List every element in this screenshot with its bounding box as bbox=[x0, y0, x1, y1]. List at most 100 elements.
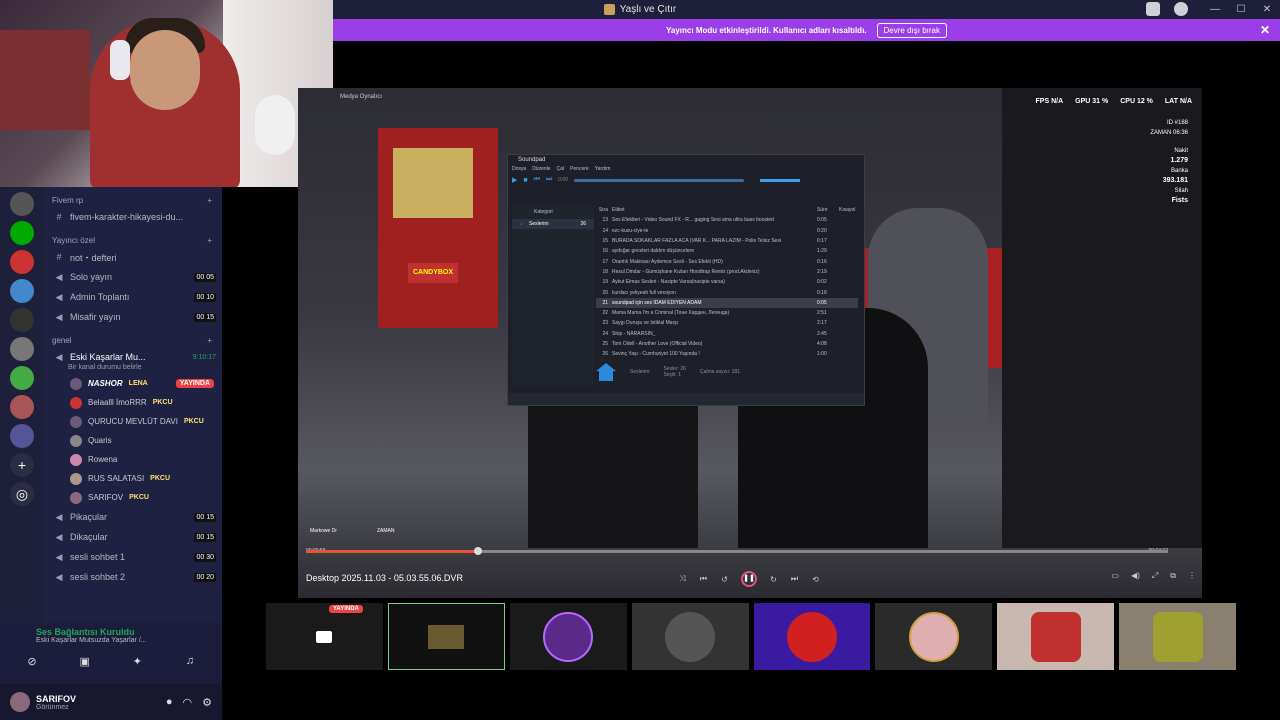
close-icon[interactable]: ✕ bbox=[1260, 23, 1270, 37]
discover-icon[interactable]: ◎ bbox=[10, 482, 34, 506]
skip-forward-icon[interactable]: ⏭ bbox=[790, 574, 799, 584]
list-item[interactable]: 15 BURADA SOKAKLAR FAZLA ACA (VAR K... PA… bbox=[596, 236, 858, 246]
maximize-icon[interactable]: ☐ bbox=[1228, 0, 1254, 19]
voice-status-title[interactable]: Ses Bağlantısı Kuruldu bbox=[10, 625, 210, 637]
stop-icon[interactable]: ■ bbox=[523, 177, 527, 184]
add-server-icon[interactable]: + bbox=[10, 453, 34, 477]
channel-pikacular[interactable]: ◀ Pikaçular 00 15 bbox=[44, 507, 222, 527]
channel-admin-toplanti[interactable]: ◀ Admin Toplantı 00 10 bbox=[44, 287, 222, 307]
channel-fivem-karakter[interactable]: # fivem-karakter-hikayesi-du... bbox=[44, 207, 222, 227]
list-item[interactable]: 16 aydoğar geceleri daldım düşüncelere 1:2… bbox=[596, 246, 858, 256]
participant-tile[interactable] bbox=[875, 603, 993, 670]
volume-icon[interactable]: ◀) bbox=[1131, 571, 1140, 581]
participant-tile[interactable] bbox=[509, 603, 627, 670]
minimize-icon[interactable]: — bbox=[1202, 0, 1228, 19]
shuffle-icon[interactable]: ⤨ bbox=[678, 574, 687, 584]
channel-sesli-sohbet-2[interactable]: ◀ sesli sohbet 2 00 20 bbox=[44, 567, 222, 587]
menu-item[interactable]: Çal bbox=[557, 165, 565, 174]
plus-icon[interactable]: + bbox=[207, 196, 212, 205]
participant-tile[interactable] bbox=[631, 603, 749, 670]
server-icon[interactable] bbox=[10, 424, 34, 448]
avatar bbox=[70, 453, 82, 466]
popout-icon[interactable]: ⧉ bbox=[1170, 571, 1176, 581]
plus-icon[interactable]: + bbox=[207, 336, 212, 345]
channel-sesli-sohbet-1[interactable]: ◀ sesli sohbet 1 00 30 bbox=[44, 547, 222, 567]
seek-handle[interactable] bbox=[474, 547, 483, 555]
list-item[interactable]: 19 Aykut Elmas Sesleri - Nasipte Varsa(na… bbox=[596, 277, 858, 287]
channel-status[interactable]: Bir kanal durumu belirle bbox=[44, 364, 222, 374]
voice-user[interactable]: Belaalll İmoRRR PKCU bbox=[44, 393, 222, 412]
menu-item[interactable]: Yardım bbox=[595, 165, 611, 174]
play-icon[interactable]: ▶ bbox=[512, 176, 517, 184]
channel-dikacular[interactable]: ◀ Dikaçular 00 15 bbox=[44, 527, 222, 547]
gear-icon[interactable]: ⚙ bbox=[202, 696, 212, 709]
list-item[interactable]: 24 Stop - NARARSIN_ 2:45 bbox=[596, 329, 858, 339]
channel-solo-yayin[interactable]: ◀ Solo yayın 00 05 bbox=[44, 267, 222, 287]
server-icon[interactable] bbox=[10, 308, 34, 332]
list-item[interactable]: 23 Saygı Duruşu ve İstiklal Marşı 2:17 bbox=[596, 318, 858, 328]
voice-user[interactable]: Rowena bbox=[44, 450, 222, 469]
prev-icon[interactable]: ⏮ bbox=[534, 176, 540, 184]
menu-item[interactable]: Pencere bbox=[570, 165, 589, 174]
forward-icon[interactable]: ↻ bbox=[769, 575, 778, 584]
participant-tile[interactable]: YAYINDA bbox=[266, 603, 383, 670]
server-icon[interactable] bbox=[10, 337, 34, 361]
more-icon[interactable]: ⋮ bbox=[1188, 571, 1196, 581]
captions-icon[interactable]: ▭ bbox=[1111, 571, 1119, 581]
participant-tile[interactable] bbox=[753, 603, 871, 670]
menu-item[interactable]: Düzenle bbox=[532, 165, 550, 174]
list-item[interactable]: 18 Resul Dindar - Gümüşhane Kızları Hoodt… bbox=[596, 267, 858, 277]
disable-streamer-mode-button[interactable]: Devre dışı bırak bbox=[876, 22, 947, 38]
category-yayinci-ozel[interactable]: Yayıncı özel + bbox=[44, 234, 222, 247]
help-icon[interactable] bbox=[1174, 2, 1188, 16]
list-item[interactable]: 25 Tom Odell - Another Love (Official Vid… bbox=[596, 339, 858, 349]
channel-not-defteri[interactable]: # not・defteri bbox=[44, 247, 222, 267]
list-item[interactable]: 13 Ses Efektleri - Video Sound FX - R... … bbox=[596, 215, 858, 225]
activities-icon[interactable]: ✦ bbox=[117, 655, 157, 671]
list-item[interactable]: 14 ezc-kuzu-ciye-te 0:20 bbox=[596, 226, 858, 236]
server-icon[interactable] bbox=[10, 250, 34, 274]
server-icon[interactable] bbox=[10, 279, 34, 303]
speaker-icon: ◀ bbox=[55, 511, 63, 522]
screen-share-icon[interactable]: ▣ bbox=[65, 655, 105, 671]
plus-icon[interactable]: + bbox=[207, 236, 212, 245]
list-item-selected[interactable]: 21 soundpad için ses İDAM EDİYEN ADAM 0:05 bbox=[596, 297, 858, 308]
channel-misafir-yayin[interactable]: ◀ Misafir yayın 00 15 bbox=[44, 307, 222, 327]
server-icon[interactable] bbox=[10, 192, 34, 216]
soundpad-seek-bar[interactable] bbox=[573, 178, 744, 182]
skip-back-icon[interactable]: ⏮ bbox=[699, 574, 708, 584]
repeat-icon[interactable]: ⟲ bbox=[811, 575, 820, 584]
pause-icon[interactable]: ❚❚ bbox=[741, 571, 757, 587]
voice-user[interactable]: RUS SALATASI PKCU bbox=[44, 469, 222, 488]
camera-off-icon[interactable]: ⊘ bbox=[12, 655, 52, 671]
microphone-icon[interactable]: ● bbox=[166, 696, 173, 709]
voice-user[interactable]: Quaris bbox=[44, 431, 222, 450]
seek-bar[interactable] bbox=[306, 547, 1168, 555]
participant-tile[interactable] bbox=[387, 603, 505, 670]
list-item[interactable]: 20 kurdacı yeliyeah full versiyon 0:18 bbox=[596, 287, 858, 297]
category-fivem[interactable]: Fivem rp + bbox=[44, 194, 222, 207]
participant-tile[interactable] bbox=[997, 603, 1115, 670]
voice-user[interactable]: NASHOR LENA YAYINDA bbox=[44, 374, 222, 393]
participant-tile[interactable] bbox=[1119, 603, 1236, 670]
list-item[interactable]: 22 Mama Mama I'm a Criminal (Тони Харден,… bbox=[596, 308, 858, 318]
headphones-icon[interactable]: ◠ bbox=[183, 696, 193, 709]
voice-user[interactable]: SARIFOV PKCU bbox=[44, 488, 222, 507]
user-info[interactable]: SARIFOV Görünmez bbox=[36, 694, 76, 711]
next-icon[interactable]: ⏭ bbox=[546, 176, 552, 184]
soundboard-icon[interactable]: ♫ bbox=[170, 655, 210, 671]
inbox-icon[interactable] bbox=[1146, 2, 1160, 16]
close-window-icon[interactable]: ✕ bbox=[1254, 0, 1280, 19]
server-icon[interactable] bbox=[10, 366, 34, 390]
soundpad-volume[interactable] bbox=[759, 178, 800, 182]
list-item[interactable]: 17 Orantılı Makinası Aydemce Sesli - Ses … bbox=[596, 256, 858, 266]
category-genel[interactable]: genel + bbox=[44, 334, 222, 347]
fullscreen-icon[interactable]: ⤢ bbox=[1152, 571, 1158, 581]
avatar[interactable] bbox=[10, 692, 30, 712]
rewind-icon[interactable]: ↺ bbox=[720, 575, 729, 584]
server-icon[interactable] bbox=[10, 221, 34, 245]
menu-item[interactable]: Dosya bbox=[512, 165, 526, 174]
category-item[interactable]: ⌂ Seslerim 26 bbox=[512, 219, 594, 229]
server-icon[interactable] bbox=[10, 395, 34, 419]
voice-user[interactable]: QURUCU MEVLÜT DAVI PKCU bbox=[44, 412, 222, 431]
